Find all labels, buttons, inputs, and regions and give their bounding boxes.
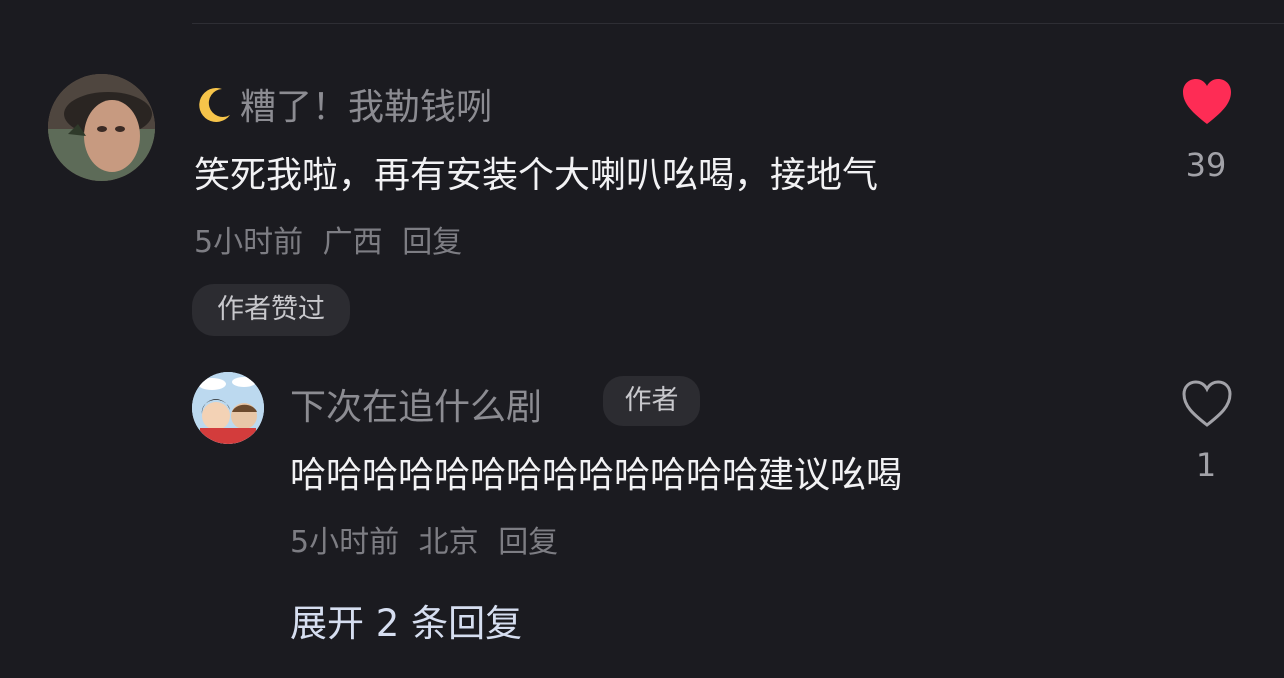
like-count: 39 (1185, 146, 1227, 184)
heart-outline-icon (1182, 380, 1232, 427)
reply-like-button[interactable] (1181, 380, 1233, 432)
reply-username[interactable]: 下次在追什么剧 (290, 378, 542, 430)
like-button[interactable] (1181, 78, 1233, 130)
comment-reply-button[interactable]: 回复 (402, 225, 462, 260)
author-tag: 作者 (603, 376, 700, 426)
reply-time: 5小时前 (290, 525, 400, 560)
moon-icon (194, 85, 234, 134)
reply-avatar[interactable] (192, 372, 264, 444)
comment-time: 5小时前 (194, 225, 304, 260)
comment-location: 广西 (322, 225, 383, 260)
reply-like-count: 1 (1195, 446, 1217, 484)
comment-text: 笑死我啦，再有安装个大喇叭吆喝，接地气 (194, 155, 879, 196)
top-divider (192, 23, 1284, 24)
reply-reply-button[interactable]: 回复 (498, 525, 558, 560)
avatar[interactable] (48, 74, 155, 181)
comment-username-text: 糟了！我勒钱咧 (240, 87, 493, 128)
heart-filled-icon (1183, 79, 1231, 124)
reply-location: 北京 (418, 525, 479, 560)
author-liked-badge: 作者赞过 (192, 284, 350, 336)
comment-username[interactable]: 糟了！我勒钱咧 (194, 78, 492, 134)
comment-meta: 5小时前 广西 回复 (194, 217, 472, 261)
reply-text: 哈哈哈哈哈哈哈哈哈哈哈哈哈建议吆喝 (290, 455, 903, 496)
reply-meta: 5小时前 北京 回复 (290, 517, 568, 561)
expand-replies-button[interactable]: 展开 2 条回复 (290, 593, 522, 647)
